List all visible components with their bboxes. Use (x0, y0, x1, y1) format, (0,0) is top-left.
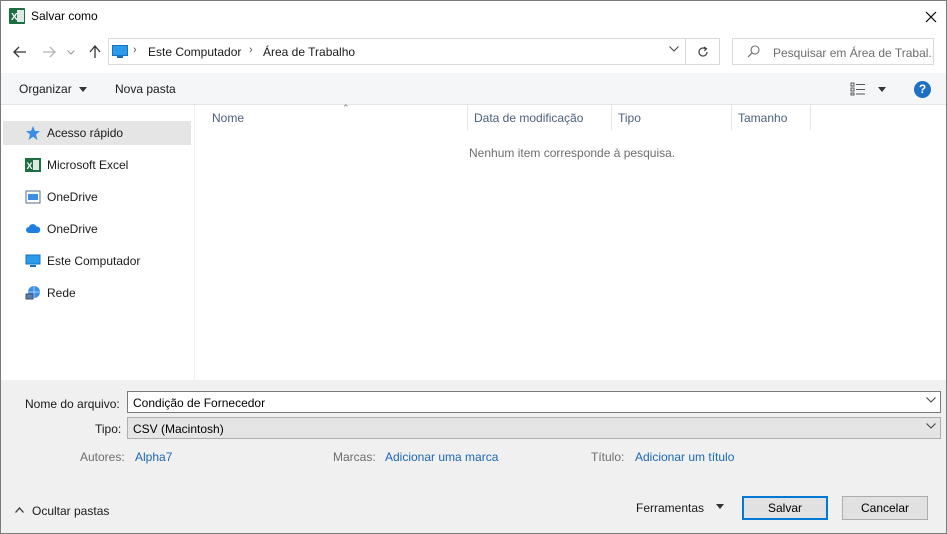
chevron-down-icon[interactable] (926, 397, 936, 403)
file-type-select[interactable]: CSV (Macintosh) (127, 417, 941, 439)
organize-menu[interactable]: Organizar (19, 82, 88, 96)
column-label: Data de modificação (474, 111, 584, 125)
breadcrumb-area-de-trabalho[interactable]: Área de Trabalho (263, 45, 355, 59)
excel-app-icon: X (9, 8, 25, 24)
title-label: Título: (591, 450, 625, 464)
arrow-right-icon (43, 46, 56, 58)
network-icon (25, 286, 40, 300)
back-button[interactable] (10, 42, 30, 62)
svg-text:X: X (27, 161, 33, 171)
chevron-down-icon (67, 49, 75, 55)
file-list: ⌃ Nome Data de modificação Tipo Tamanho … (196, 103, 946, 380)
column-header-data-modificacao[interactable]: Data de modificação (468, 105, 612, 130)
tags-label: Marcas: (333, 450, 376, 464)
chevron-down-icon[interactable] (669, 46, 679, 52)
sidebar-item-label: Acesso rápido (47, 126, 124, 140)
sidebar-item-rede[interactable]: Rede (3, 281, 191, 305)
navigation-bar: › Este Computador › Área de Trabalho Pes… (1, 36, 946, 68)
sort-up-icon: ⌃ (342, 103, 350, 113)
save-button[interactable]: Salvar (742, 496, 828, 520)
authors-value[interactable]: Alpha7 (135, 450, 172, 464)
tools-menu[interactable]: Ferramentas (636, 501, 704, 515)
column-label: Nome (212, 111, 245, 125)
sidebar-item-label: Rede (47, 286, 76, 300)
column-label: Tamanho (738, 111, 788, 125)
window-title: Salvar como (31, 9, 98, 23)
new-folder-button[interactable]: Nova pasta (115, 82, 176, 96)
sidebar-item-label: OneDrive (47, 222, 98, 236)
excel-icon: X (25, 158, 41, 172)
column-header-tipo[interactable]: Tipo (612, 105, 732, 130)
chevron-right-icon: › (133, 44, 137, 56)
sidebar-item-label: Microsoft Excel (47, 158, 129, 172)
close-icon (925, 11, 937, 22)
caret-down-icon[interactable] (716, 504, 724, 509)
breadcrumb-este-computador[interactable]: Este Computador (148, 45, 241, 59)
close-button[interactable] (916, 1, 946, 32)
recent-locations-button[interactable] (64, 42, 78, 62)
svg-text:X: X (11, 12, 18, 23)
caret-down-icon (79, 87, 88, 93)
authors-label: Autores: (80, 450, 125, 464)
up-button[interactable] (85, 42, 105, 62)
onedrive-cloud-icon (26, 224, 41, 233)
filename-field[interactable]: Condição de Fornecedor (127, 391, 941, 413)
caret-down-icon (878, 87, 886, 92)
help-button[interactable]: ? (914, 81, 931, 98)
address-bar[interactable]: › Este Computador › Área de Trabalho (108, 38, 686, 65)
search-box[interactable]: Pesquisar em Área de Trabal... (732, 38, 934, 65)
file-type-value: CSV (Macintosh) (133, 422, 224, 436)
refresh-button[interactable] (686, 38, 720, 65)
chevron-up-icon (15, 507, 24, 513)
search-input[interactable]: Pesquisar em Área de Trabal... (773, 46, 933, 60)
search-icon (747, 45, 760, 58)
type-label: Tipo: (95, 422, 122, 436)
organize-label: Organizar (19, 82, 72, 96)
sidebar-item-microsoft-excel[interactable]: X Microsoft Excel (3, 153, 191, 177)
save-as-dialog: X Salvar como › Este Computador › Área d… (0, 0, 947, 534)
empty-message: Nenhum item corresponde à pesquisa. (469, 146, 676, 160)
chevron-right-icon: › (249, 44, 253, 56)
sidebar-item-onedrive-folder[interactable]: OneDrive (3, 185, 191, 209)
chevron-down-icon (926, 423, 936, 429)
sidebar-item-onedrive-cloud[interactable]: OneDrive (3, 217, 191, 241)
list-view-icon (850, 82, 865, 96)
arrow-up-icon (89, 45, 101, 58)
add-tag-link[interactable]: Adicionar uma marca (385, 450, 498, 464)
save-options-panel: Nome do arquivo: Condição de Fornecedor … (1, 380, 946, 533)
cancel-button[interactable]: Cancelar (842, 496, 928, 520)
star-icon (26, 126, 40, 140)
sidebar-item-acesso-rapido[interactable]: Acesso rápido (3, 121, 191, 145)
sidebar-item-label: Este Computador (47, 254, 141, 268)
sidebar-item-label: OneDrive (47, 190, 98, 204)
onedrive-folder-icon (25, 190, 41, 204)
navigation-pane: Acesso rápido X Microsoft Excel OneDrive… (1, 105, 195, 380)
column-label: Tipo (618, 111, 641, 125)
view-options-button[interactable] (850, 81, 890, 97)
hide-folders-label: Ocultar pastas (32, 504, 110, 518)
column-header-nome[interactable]: ⌃ Nome (206, 103, 468, 130)
computer-icon (112, 45, 128, 58)
filename-value: Condição de Fornecedor (133, 396, 266, 410)
column-header-tamanho[interactable]: Tamanho (732, 105, 811, 130)
sidebar-item-este-computador[interactable]: Este Computador (3, 249, 191, 273)
arrow-left-icon (13, 46, 26, 58)
computer-icon (25, 254, 41, 267)
forward-button[interactable] (39, 42, 59, 62)
refresh-icon (697, 46, 708, 57)
add-title-link[interactable]: Adicionar um título (635, 450, 734, 464)
title-bar: X Salvar como (1, 1, 946, 32)
filename-label: Nome do arquivo: (25, 397, 120, 411)
help-icon: ? (918, 82, 927, 96)
command-toolbar: Organizar Nova pasta ? (1, 73, 946, 105)
